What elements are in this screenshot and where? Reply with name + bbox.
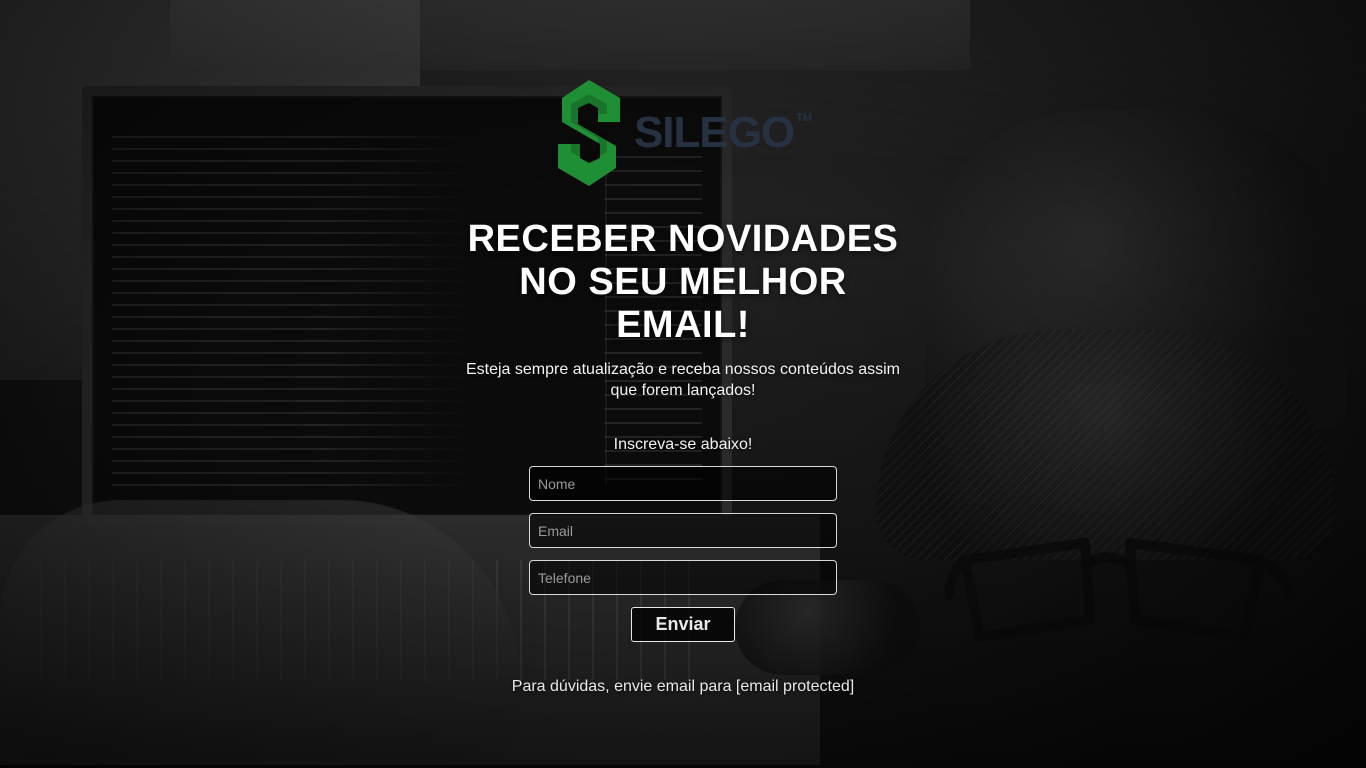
footer-note: Para dúvidas, envie email para [email pr…: [512, 678, 854, 696]
support-email-link[interactable]: [email protected]: [736, 678, 854, 695]
center-column: SILEGO TM RECEBER NOVIDADES NO SEU MELHO…: [453, 78, 913, 696]
hero-subheadline: Esteja sempre atualização e receba nosso…: [465, 361, 900, 399]
cta-label: Inscreva-se abaixo!: [613, 436, 753, 453]
landing-page: SILEGO TM RECEBER NOVIDADES NO SEU MELHO…: [0, 0, 1366, 768]
email-input[interactable]: [529, 513, 837, 548]
brand-wordmark: SILEGO TM: [634, 111, 812, 155]
signup-form: Enviar: [529, 466, 837, 642]
brand-trademark: TM: [796, 112, 813, 124]
send-button[interactable]: Enviar: [631, 607, 735, 642]
name-input[interactable]: [529, 466, 837, 501]
footer-note-prefix: Para dúvidas, envie email para: [511, 678, 732, 695]
brand-name: SILEGO: [633, 108, 795, 157]
brand-mark-icon: [557, 80, 620, 186]
main-content: SILEGO TM RECEBER NOVIDADES NO SEU MELHO…: [0, 0, 1366, 768]
hero-headline: RECEBER NOVIDADES NO SEU MELHOR EMAIL!: [467, 218, 899, 346]
brand-logo: SILEGO TM: [557, 78, 812, 188]
phone-input[interactable]: [529, 560, 837, 595]
